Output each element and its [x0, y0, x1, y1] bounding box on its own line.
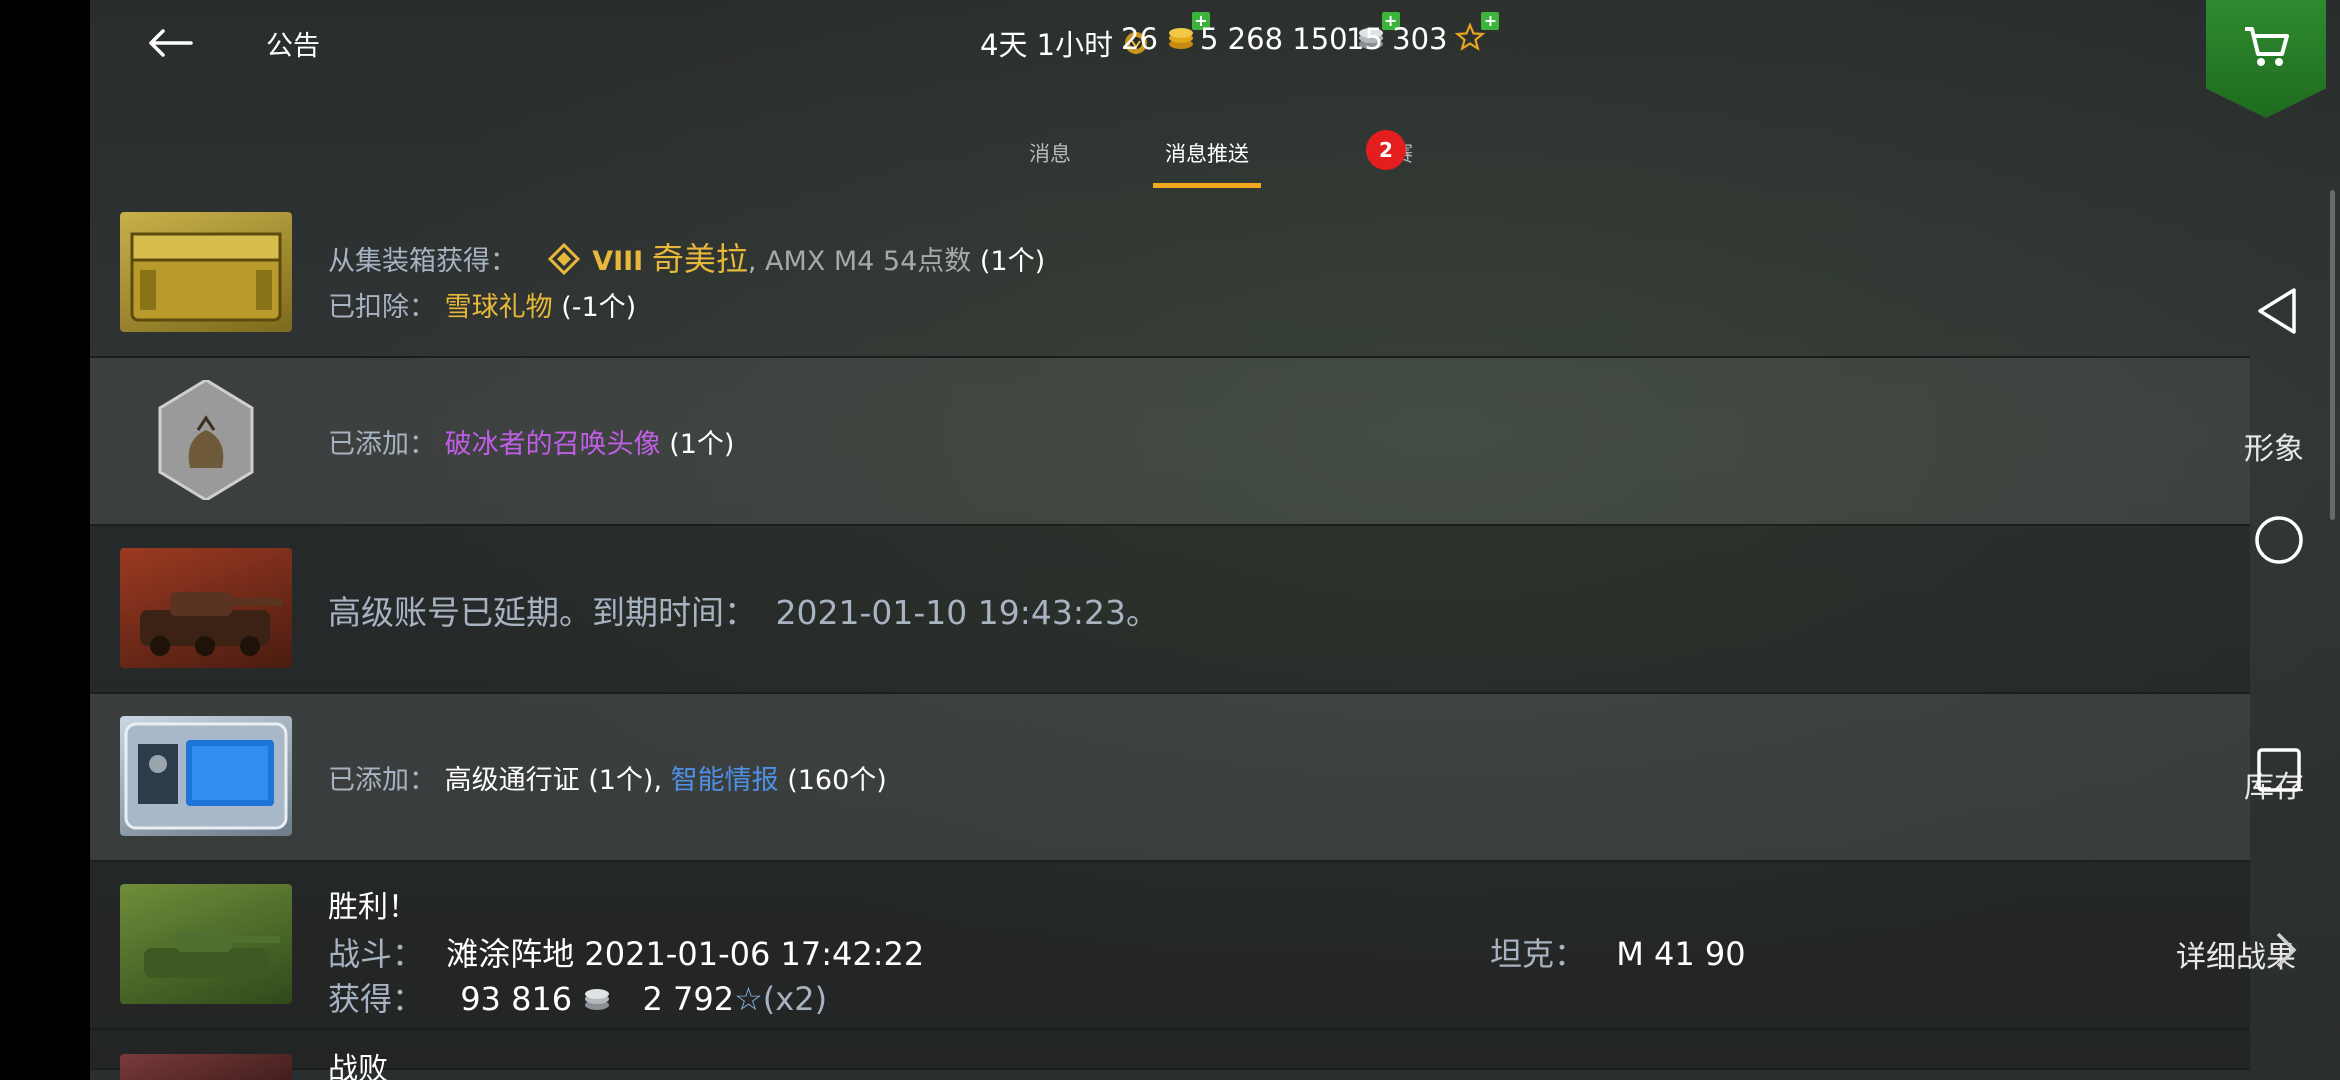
tab-messages-label: 消息	[1029, 142, 1071, 166]
message-prefix: 从集装箱获得：	[328, 246, 517, 277]
tab-bar: 消息 消息推送 联赛	[90, 128, 2250, 188]
tier-badge-icon	[544, 242, 584, 282]
expiry-date: 2021-01-10 19:43:23。	[775, 593, 1159, 632]
reward-quantity: (1个)	[979, 246, 1046, 277]
tab-messages[interactable]: 消息	[990, 128, 1110, 188]
reward-xp: 2 792	[642, 980, 735, 1018]
added-quantity-2: (160个)	[787, 765, 887, 796]
battle-result-tank-image	[120, 1054, 292, 1080]
gold-balance[interactable]: 26 +	[1121, 12, 1210, 56]
added-quantity-1: (1个)	[588, 765, 654, 796]
message-line: 已添加： 高级通行证 (1个), 智能情报 (160个)	[328, 758, 887, 797]
chevron-right-icon[interactable]	[2270, 930, 2300, 970]
screen: 公告 4天 1小时 26 + 5 268 150 + 15 303 + 消息 消…	[90, 0, 2340, 1080]
buy-xp-plus-icon[interactable]: +	[1481, 12, 1500, 30]
battle-result-title: 胜利！	[328, 890, 418, 925]
added-item: 破冰者的召唤头像	[444, 429, 661, 460]
shopping-cart-icon	[2245, 27, 2289, 66]
list-item[interactable]: 已添加： 高级通行证 (1个), 智能情报 (160个)	[90, 694, 2250, 862]
message-prefix: 已添加：	[328, 765, 436, 796]
reward-item: AMX M4 54点数	[765, 246, 972, 277]
top-bar: 公告 4天 1小时 26 + 5 268 150 + 15 303 +	[90, 0, 2250, 85]
list-item[interactable]: 已添加： 破冰者的召唤头像 (1个)	[90, 358, 2250, 526]
premium-timer-value: 4天 1小时	[980, 28, 1114, 62]
vehicle-tier: VIII	[592, 246, 644, 277]
premium-account-tank-image	[120, 548, 292, 668]
separator: ,	[653, 765, 663, 796]
tank-info: 坦克： M 41 90	[1490, 929, 1746, 975]
tank-label: 坦克：	[1490, 935, 1587, 973]
gold-coins-icon: +	[1166, 12, 1210, 56]
message-prefix: 已扣除：	[328, 292, 436, 323]
system-recents-icon[interactable]	[2256, 747, 2302, 793]
message-line: 高级账号已延期。到期时间： 2021-01-10 19:43:23。	[328, 586, 1159, 634]
page-title: 公告	[266, 31, 320, 62]
reward-line: 获得： 93 816 2 792☆(x2)	[328, 974, 827, 1020]
message-line: 已添加： 破冰者的召唤头像 (1个)	[328, 422, 734, 461]
list-item[interactable]: 胜利！ 战斗： 滩涂阵地 2021-01-06 17:42:22 坦克： M 4…	[90, 862, 2250, 1030]
reward-label: 获得：	[328, 980, 425, 1018]
notification-badge: 2	[1366, 130, 1406, 170]
deducted-quantity: (-1个)	[561, 292, 637, 323]
vehicle-name: 奇美拉	[651, 240, 748, 278]
list-item[interactable]: 战败	[90, 1030, 2250, 1080]
list-item[interactable]: 从集装箱获得： VIII 奇美拉, AMX M4 54点数 (1个) 已扣除： …	[90, 190, 2250, 358]
silver-coins-icon	[582, 982, 612, 1020]
system-home-icon[interactable]	[2254, 515, 2304, 565]
message-list[interactable]: 从集装箱获得： VIII 奇美拉, AMX M4 54点数 (1个) 已扣除： …	[90, 190, 2250, 1080]
avatar-hexagon-icon	[120, 380, 292, 500]
battle-label: 战斗：	[328, 935, 425, 973]
battle-result-title: 战败	[328, 1052, 388, 1080]
tank-name: M 41 90	[1616, 935, 1746, 973]
list-item[interactable]: 高级账号已延期。到期时间： 2021-01-10 19:43:23。	[90, 526, 2250, 694]
separator: ,	[747, 246, 757, 277]
back-button[interactable]	[140, 18, 200, 68]
scrollbar[interactable]	[2330, 190, 2335, 520]
system-back-icon[interactable]	[2254, 286, 2302, 336]
side-nav-appearance[interactable]: 形象	[2244, 424, 2304, 468]
added-item-1: 高级通行证	[444, 765, 580, 796]
reward-credits: 93 816	[460, 980, 573, 1018]
message-line: 已扣除： 雪球礼物 (-1个)	[328, 285, 636, 324]
credits-value: 5 268 150	[1200, 22, 1348, 56]
battle-map-date: 滩涂阵地 2021-01-06 17:42:22	[446, 935, 925, 973]
back-arrow-icon	[149, 29, 193, 57]
battle-pass-card-icon	[120, 716, 292, 836]
free-xp-value: 15 303	[1346, 22, 1448, 56]
container-crate-icon	[120, 212, 292, 332]
star-xp-icon: ☆	[734, 980, 763, 1018]
message-prefix: 已添加：	[328, 429, 436, 460]
premium-extended-text: 高级账号已延期。到期时间：	[328, 593, 757, 632]
free-xp-balance[interactable]: 15 303 +	[1346, 12, 1500, 56]
battle-result-tank-image	[120, 884, 292, 1004]
added-quantity: (1个)	[669, 429, 735, 460]
gold-value: 26	[1121, 22, 1158, 56]
tab-push-messages-label: 消息推送	[1165, 142, 1249, 166]
added-item-2: 智能情报	[670, 765, 779, 796]
battle-info-line: 战斗： 滩涂阵地 2021-01-06 17:42:22	[328, 929, 924, 975]
tab-push-messages[interactable]: 消息推送	[1153, 128, 1261, 188]
star-xp-icon: +	[1455, 12, 1500, 56]
message-line: 从集装箱获得： VIII 奇美拉, AMX M4 54点数 (1个)	[328, 234, 1045, 282]
deducted-item: 雪球礼物	[444, 292, 553, 323]
xp-multiplier: (x2)	[762, 980, 828, 1018]
